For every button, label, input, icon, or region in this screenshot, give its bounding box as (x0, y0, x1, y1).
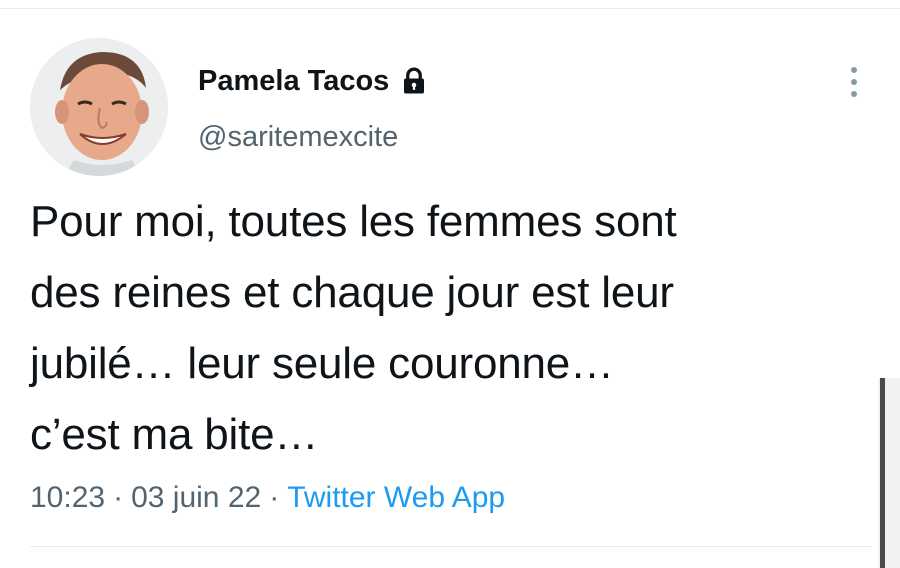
more-vertical-icon (851, 67, 857, 73)
meta-separator: · (269, 481, 280, 514)
tweet-metadata: 10:23 · 03 juin 22 · Twitter Web App (30, 478, 505, 518)
display-name[interactable]: Pamela Tacos (198, 62, 389, 100)
tweet-text-line: jubilé… leur seule couronne… (30, 339, 614, 388)
tweet-text-line: c’est ma bite… (30, 410, 319, 459)
user-handle[interactable]: @saritemexcite (198, 118, 398, 156)
tweet-date[interactable]: 03 juin 22 (131, 481, 261, 514)
tweet-time[interactable]: 10:23 (30, 481, 105, 514)
avatar-image (30, 38, 168, 176)
bottom-divider (30, 546, 872, 547)
tweet-text: Pour moi, toutes les femmes sont des rei… (30, 186, 880, 470)
top-divider (0, 8, 900, 9)
lock-icon (399, 66, 429, 96)
scrollbar[interactable] (878, 378, 900, 568)
tweet-text-line: Pour moi, toutes les femmes sont (30, 197, 677, 246)
meta-separator: · (113, 481, 124, 514)
more-vertical-icon-dot (851, 91, 857, 97)
author-name-row: Pamela Tacos (198, 62, 429, 100)
tweet-source-link[interactable]: Twitter Web App (287, 481, 505, 514)
avatar[interactable] (30, 38, 168, 176)
more-options-button[interactable] (840, 62, 868, 102)
scrollbar-thumb[interactable] (880, 378, 885, 568)
more-vertical-icon-dot (851, 79, 857, 85)
tweet-text-line: des reines et chaque jour est leur (30, 268, 674, 317)
